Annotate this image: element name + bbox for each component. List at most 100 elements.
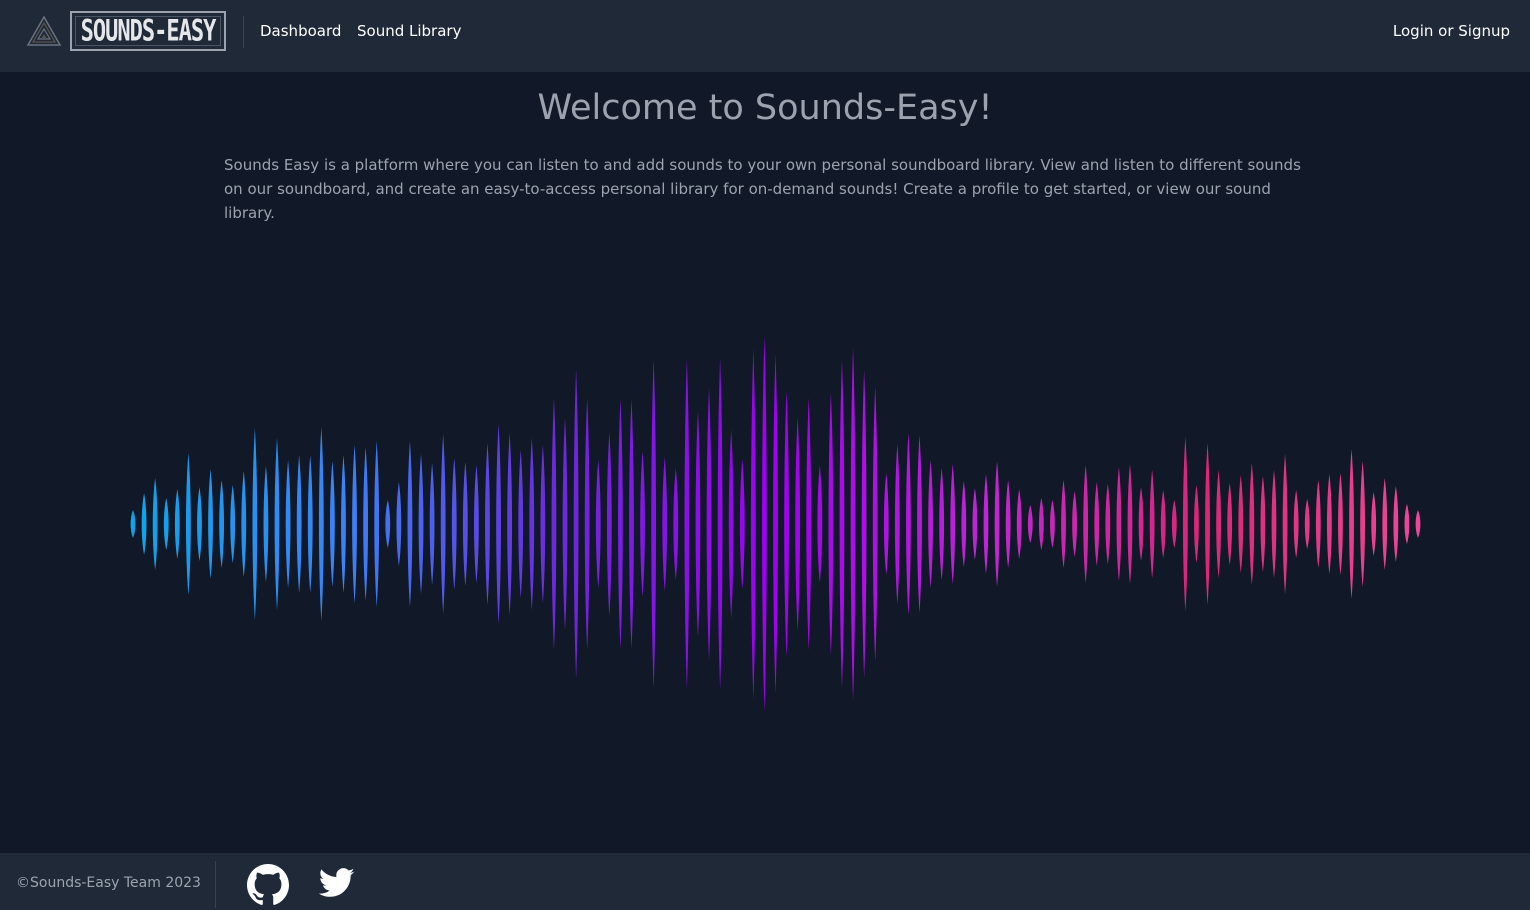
wave-bar bbox=[1249, 463, 1255, 585]
wave-bar bbox=[584, 398, 590, 650]
wave-bar bbox=[341, 455, 346, 593]
wave-bar bbox=[629, 399, 634, 649]
wave-bar bbox=[1315, 480, 1321, 568]
nav-sound-library-link[interactable]: Sound Library bbox=[357, 22, 461, 40]
nav-dashboard-link[interactable]: Dashboard bbox=[260, 22, 341, 40]
wave-bar bbox=[861, 370, 867, 678]
wave-bar bbox=[784, 391, 789, 657]
wave-bar bbox=[828, 393, 834, 655]
wave-bar bbox=[684, 359, 690, 689]
wave-bar bbox=[174, 489, 180, 559]
wave-bar bbox=[429, 463, 435, 585]
wave-bar bbox=[352, 445, 357, 603]
wave-bar bbox=[396, 482, 402, 566]
wave-bar bbox=[595, 460, 601, 588]
wave-bar bbox=[163, 498, 169, 550]
page-title: Welcome to Sounds-Easy! bbox=[537, 88, 993, 128]
wave-bar bbox=[1304, 499, 1310, 549]
wave-bar bbox=[1205, 443, 1210, 605]
wave-bar bbox=[906, 433, 911, 615]
wave-bar bbox=[1293, 490, 1299, 558]
wave-bar bbox=[651, 359, 657, 689]
wave-bar bbox=[1371, 492, 1377, 556]
wave-bar bbox=[518, 450, 524, 598]
wave-bar bbox=[1116, 467, 1122, 581]
wave-bar bbox=[1238, 475, 1244, 573]
wave-bar bbox=[618, 399, 623, 649]
wave-bar bbox=[1160, 490, 1166, 558]
wave-bar bbox=[540, 445, 546, 603]
wave-bar bbox=[1360, 461, 1366, 587]
wave-bar bbox=[717, 358, 723, 690]
wave-bar bbox=[219, 480, 225, 568]
wave-bar bbox=[1149, 470, 1155, 578]
login-signup-link[interactable]: Login or Signup bbox=[1393, 22, 1510, 40]
wave-bar bbox=[263, 466, 269, 582]
wave-bar bbox=[1016, 489, 1022, 559]
wave-bar bbox=[950, 464, 956, 584]
wave-bar bbox=[706, 388, 712, 660]
wave-bar bbox=[1415, 510, 1421, 538]
wave-bar bbox=[939, 468, 945, 580]
wave-bar bbox=[640, 451, 645, 597]
wave-bar bbox=[374, 441, 380, 607]
wave-bar bbox=[418, 454, 424, 594]
wave-bar bbox=[1216, 470, 1222, 578]
wave-bar bbox=[673, 468, 679, 580]
wave-bar bbox=[1027, 505, 1033, 543]
wave-bar bbox=[440, 434, 446, 614]
wave-bar bbox=[407, 441, 413, 607]
wave-bar bbox=[1061, 480, 1066, 568]
wave-bar bbox=[1038, 498, 1044, 550]
wave-bar bbox=[462, 462, 468, 586]
wave-bar bbox=[496, 424, 501, 624]
wave-bar bbox=[894, 444, 900, 604]
wave-bar bbox=[806, 398, 812, 650]
wave-bar bbox=[883, 473, 889, 575]
wave-bar bbox=[474, 465, 479, 583]
wave-bar bbox=[850, 348, 856, 700]
logo-triangle-icon[interactable] bbox=[26, 15, 62, 47]
wave-bar bbox=[1005, 480, 1011, 568]
wave-bar bbox=[1083, 465, 1089, 583]
wave-bar bbox=[1393, 486, 1399, 562]
wave-bar bbox=[1094, 482, 1100, 566]
wave-bar bbox=[817, 465, 823, 583]
wave-bar bbox=[185, 453, 191, 595]
wave-bar bbox=[451, 458, 457, 590]
wave-bar bbox=[1105, 484, 1111, 564]
wave-bar bbox=[1171, 500, 1177, 548]
wave-bar bbox=[152, 478, 158, 570]
wave-bar bbox=[983, 474, 989, 574]
wave-bar bbox=[241, 471, 247, 577]
wave-bar bbox=[385, 500, 391, 548]
soundwave-graphic bbox=[130, 336, 1421, 712]
wave-bar bbox=[230, 485, 236, 563]
wave-bar bbox=[318, 427, 324, 621]
wave-bar bbox=[296, 455, 302, 593]
twitter-icon[interactable] bbox=[319, 867, 355, 899]
wave-bar bbox=[872, 387, 878, 661]
wave-bar bbox=[252, 428, 258, 620]
wave-bar bbox=[1282, 454, 1288, 594]
wave-bar bbox=[562, 418, 568, 630]
footer: ©Sounds-Easy Team 2023 bbox=[0, 853, 1530, 910]
wave-bar bbox=[1072, 491, 1077, 557]
brand-logo[interactable]: SOUNDS-EASY bbox=[70, 11, 226, 51]
wave-bar bbox=[728, 430, 734, 618]
wave-bar bbox=[1050, 500, 1055, 548]
wave-bar bbox=[274, 438, 280, 610]
wave-bar bbox=[1271, 470, 1277, 578]
wave-bar bbox=[739, 459, 745, 589]
top-navbar: SOUNDS-EASY Dashboard Sound Library Logi… bbox=[0, 0, 1530, 72]
wave-bar bbox=[130, 510, 136, 538]
wave-bar bbox=[1182, 437, 1188, 611]
wave-bar bbox=[208, 469, 213, 579]
wave-bar bbox=[695, 411, 701, 637]
wave-bar bbox=[507, 433, 513, 615]
wave-bar bbox=[795, 417, 801, 631]
github-icon[interactable] bbox=[247, 864, 289, 906]
wave-bar bbox=[141, 493, 147, 555]
page: SOUNDS-EASY Dashboard Sound Library Logi… bbox=[0, 0, 1530, 910]
wave-bar bbox=[529, 438, 535, 610]
